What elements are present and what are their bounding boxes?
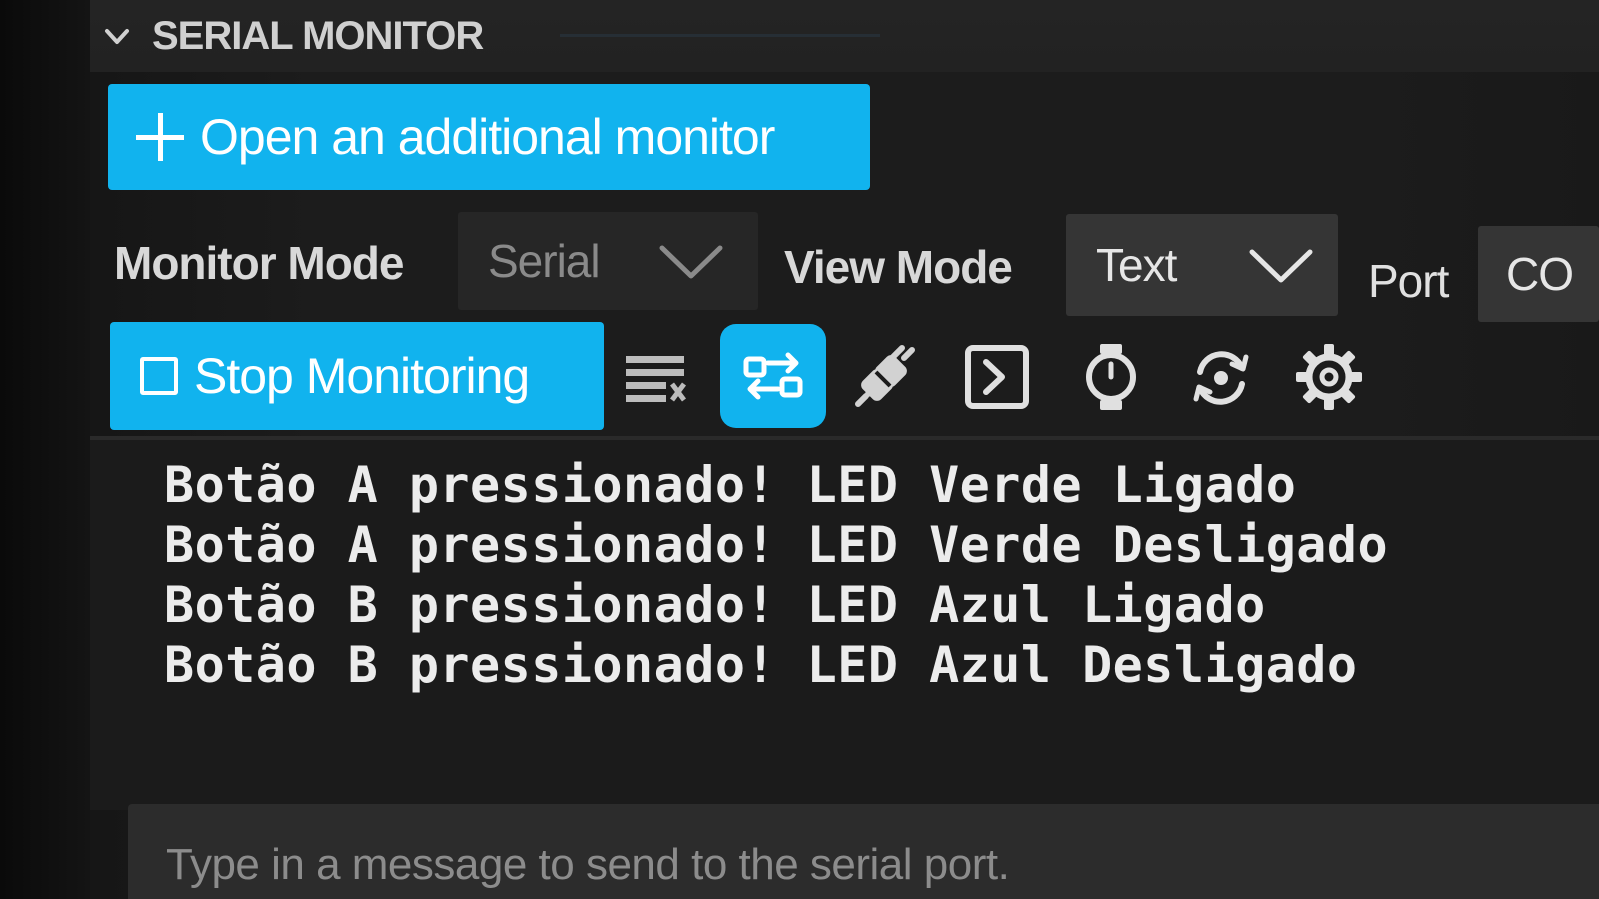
chevron-down-icon — [659, 245, 723, 279]
message-input[interactable] — [164, 824, 1568, 899]
header-divider — [560, 34, 880, 37]
open-additional-monitor-label: Open an additional monitor — [200, 109, 775, 165]
monitor-mode-select[interactable]: Serial — [458, 212, 758, 310]
output-line: Botão B pressionado! LED Azul Ligado — [164, 576, 1266, 634]
output-line: Botão A pressionado! LED Verde Desligado — [164, 516, 1389, 574]
serial-output[interactable]: Botão A pressionado! LED Verde Ligado Bo… — [90, 440, 1599, 810]
autoscroll-icon[interactable] — [1186, 342, 1256, 412]
activity-bar-edge — [0, 0, 90, 899]
monitor-toolbar: Stop Monitoring — [110, 322, 1410, 434]
connect-link-icon[interactable] — [850, 342, 920, 412]
toggle-line-ending-button[interactable] — [720, 324, 826, 428]
stop-monitoring-button[interactable]: Stop Monitoring — [110, 322, 604, 430]
open-additional-monitor-button[interactable]: Open an additional monitor — [108, 84, 870, 190]
chevron-down-icon[interactable] — [104, 23, 130, 49]
settings-gear-icon[interactable] — [1294, 342, 1364, 412]
port-value: CO — [1506, 248, 1574, 300]
plus-icon — [136, 113, 184, 161]
timestamp-icon[interactable] — [1076, 342, 1146, 412]
monitor-mode-label: Monitor Mode — [114, 237, 404, 289]
view-mode-value: Text — [1096, 239, 1177, 291]
message-input-container — [128, 804, 1599, 899]
clear-output-icon[interactable] — [620, 342, 690, 412]
serial-monitor-panel: SERIAL MONITOR Open an additional monito… — [0, 0, 1599, 899]
output-line: Botão B pressionado! LED Azul Desligado — [164, 636, 1358, 694]
chevron-down-icon — [1249, 249, 1313, 283]
stop-monitoring-label: Stop Monitoring — [194, 348, 530, 404]
port-label: Port — [1368, 255, 1449, 307]
terminal-icon[interactable] — [962, 342, 1032, 412]
toggle-line-ending-icon — [743, 352, 803, 400]
view-mode-label: View Mode — [784, 241, 1013, 293]
mode-row: Monitor Mode Serial View Mode Text Port … — [108, 212, 1599, 322]
port-select[interactable]: CO — [1478, 226, 1599, 322]
monitor-mode-value: Serial — [488, 235, 601, 287]
view-mode-select[interactable]: Text — [1066, 214, 1338, 316]
stop-square-icon — [140, 357, 178, 395]
section-title: SERIAL MONITOR — [152, 13, 484, 58]
output-line: Botão A pressionado! LED Verde Ligado — [164, 456, 1297, 514]
